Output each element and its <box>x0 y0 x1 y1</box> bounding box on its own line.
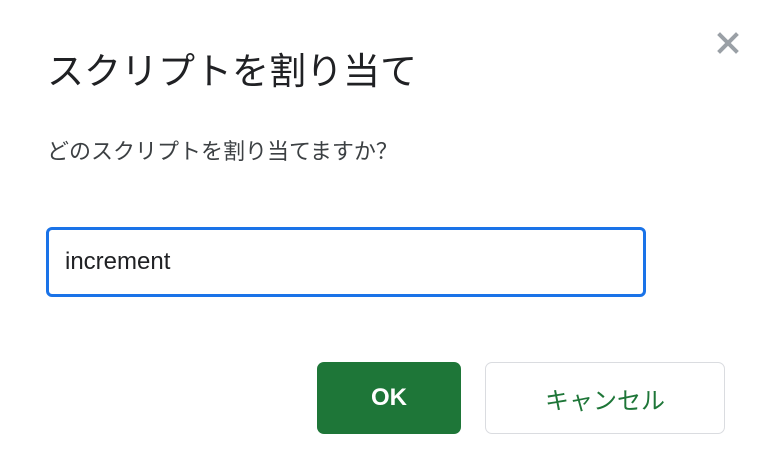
cancel-button[interactable]: キャンセル <box>485 362 725 434</box>
close-icon <box>717 32 739 54</box>
assign-script-dialog: スクリプトを割り当て どのスクリプトを割り当てますか？ OK キャンセル <box>0 0 774 474</box>
dialog-title: スクリプトを割り当て <box>47 50 417 93</box>
ok-button[interactable]: OK <box>317 362 461 434</box>
close-button[interactable] <box>712 27 744 59</box>
script-name-input[interactable] <box>46 227 646 297</box>
dialog-prompt: どのスクリプトを割り当てますか？ <box>47 140 398 165</box>
